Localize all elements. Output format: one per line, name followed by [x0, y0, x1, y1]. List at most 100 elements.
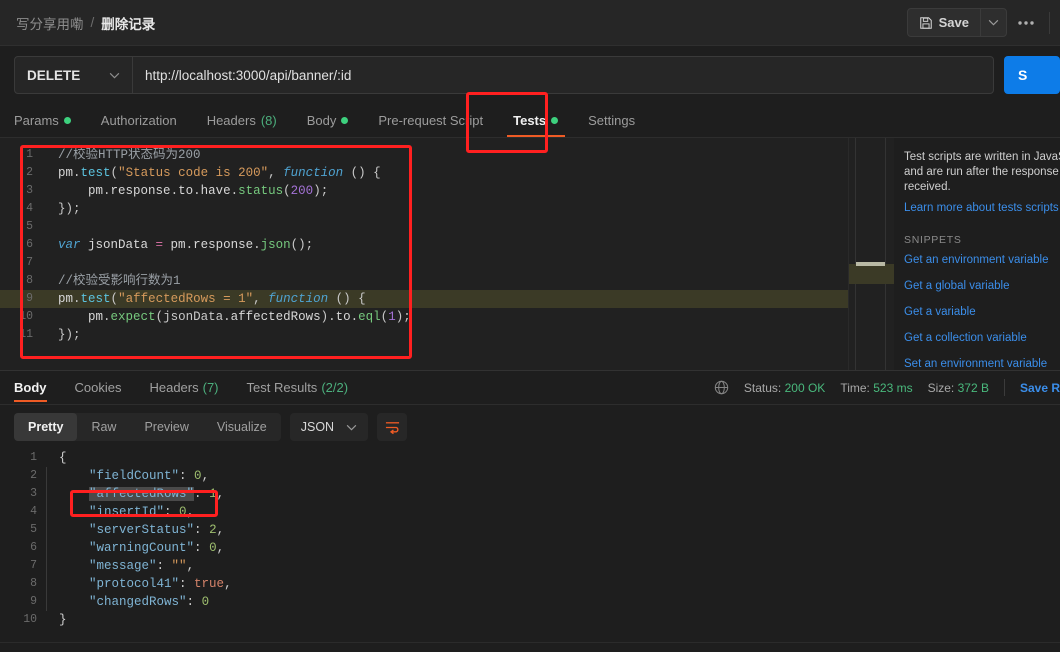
response-line: 10}: [0, 611, 1060, 629]
request-url-bar: DELETE S: [0, 46, 1060, 105]
response-line: 2 "fieldCount": 0,: [0, 467, 1060, 485]
status-value: 200 OK: [784, 380, 826, 395]
response-text: "message": "",: [89, 559, 195, 573]
snippets-panel: Test scripts are written in JavaScript, …: [894, 138, 1060, 370]
line-number: 7: [30, 559, 37, 572]
ellipsis-icon: [1018, 20, 1034, 25]
response-line: 5 "serverStatus": 2,: [0, 521, 1060, 539]
learn-more-link[interactable]: Learn more about tests scripts: [904, 202, 1060, 214]
send-button[interactable]: S: [1004, 56, 1060, 94]
code-line: 6 var jsonData = pm.response.json();: [0, 236, 848, 254]
response-tab-cookies[interactable]: Cookies: [75, 370, 122, 405]
request-tabs: Params Authorization Headers (8) Body Pr…: [0, 105, 1060, 138]
code-text: });: [58, 328, 81, 342]
response-line: 6 "warningCount": 0,: [0, 539, 1060, 557]
code-text: //校验受影响行数为1: [58, 274, 181, 288]
send-button-label: S: [1018, 67, 1028, 83]
minimap-highlight-band: [849, 264, 894, 284]
line-number: 9: [30, 595, 37, 608]
view-preview[interactable]: Preview: [130, 413, 202, 441]
response-line: 1{: [0, 449, 1060, 467]
tab-count: (7): [202, 380, 219, 395]
code-line: 10 pm.expect(jsonData.affectedRows).to.e…: [0, 308, 848, 326]
response-language-selector[interactable]: JSON: [289, 413, 369, 441]
status-divider: [1003, 379, 1005, 396]
indent-guide: [46, 467, 59, 485]
response-json-lines[interactable]: 1{2 "fieldCount": 0, 3 "affectedRows": 1,…: [0, 449, 1060, 629]
word-wrap-toggle[interactable]: [377, 413, 408, 441]
response-line: 4 "insertId": 0,: [0, 503, 1060, 521]
minimap-track: [855, 138, 886, 370]
editor-scroll-minimap[interactable]: [848, 138, 894, 370]
indent-guide: [46, 503, 59, 521]
view-raw[interactable]: Raw: [77, 413, 130, 441]
indent-guide: [46, 449, 59, 467]
response-tab-body[interactable]: Body: [14, 370, 47, 405]
tab-tests[interactable]: Tests: [507, 104, 571, 137]
tab-body[interactable]: Body: [307, 104, 362, 137]
tab-count: (2/2): [321, 380, 349, 395]
response-tab-headers[interactable]: Headers (7): [149, 370, 218, 405]
http-method-selector[interactable]: DELETE: [15, 57, 132, 93]
app-header: 写分享用嘞 / 删除记录 Save: [0, 0, 1060, 46]
code-line: 3 pm.response.to.have.status(200);: [0, 182, 848, 200]
response-text: "insertId": 0,: [89, 505, 195, 519]
line-number: 8: [30, 577, 37, 590]
code-text: pm.expect(jsonData.affectedRows).to.eql(…: [88, 310, 411, 324]
response-tab-test-results[interactable]: Test Results (2/2): [247, 370, 349, 405]
breadcrumb-parent[interactable]: 写分享用嘞: [16, 13, 84, 33]
code-line: 4});: [0, 200, 848, 218]
snippet-get-global-variable[interactable]: Get a global variable: [904, 280, 1060, 292]
line-number: 1: [26, 148, 33, 161]
url-input[interactable]: [133, 67, 993, 83]
response-bar: Body Cookies Headers (7) Test Results (2…: [0, 370, 1060, 405]
line-number: 8: [26, 274, 33, 287]
line-number: 2: [26, 166, 33, 179]
save-response-link[interactable]: Save R: [1020, 381, 1060, 395]
line-number: 10: [23, 613, 37, 626]
response-status-group: Status: 200 OK Time: 523 ms Size: 372 B …: [714, 379, 1060, 396]
status-dot-icon: [551, 117, 559, 124]
tab-label: Params: [14, 113, 59, 128]
breadcrumb: 写分享用嘞 / 删除记录: [16, 13, 155, 33]
tab-label: Cookies: [74, 380, 122, 395]
snippet-get-variable[interactable]: Get a variable: [904, 306, 1060, 318]
response-line: 9 "changedRows": 0: [0, 593, 1060, 611]
snippet-get-collection-variable[interactable]: Get a collection variable: [904, 332, 1060, 344]
time-value: 523 ms: [873, 380, 913, 395]
line-number: 4: [26, 202, 33, 215]
breadcrumb-current[interactable]: 删除记录: [101, 13, 155, 33]
line-number: 1: [30, 451, 37, 464]
minimap-marker: [856, 262, 885, 266]
code-lines[interactable]: 1 //校验HTTP状态码为200 2 pm.test("Status code is…: [0, 138, 848, 344]
more-options-button[interactable]: [1007, 8, 1045, 37]
line-number: 5: [30, 523, 37, 536]
tab-label: Settings: [588, 113, 636, 128]
indent-guide: [46, 521, 59, 539]
response-body-viewer[interactable]: 1{2 "fieldCount": 0, 3 "affectedRows": 1,…: [0, 449, 1060, 644]
view-pretty[interactable]: Pretty: [14, 413, 78, 441]
snippet-set-environment-variable[interactable]: Set an environment variable: [904, 358, 1060, 370]
view-visualize[interactable]: Visualize: [203, 413, 281, 441]
http-method-label: DELETE: [27, 67, 81, 83]
tab-params[interactable]: Params: [14, 104, 84, 137]
tests-code-editor[interactable]: 1 //校验HTTP状态码为200 2 pm.test("Status code is…: [0, 138, 848, 370]
tab-settings[interactable]: Settings: [588, 104, 648, 137]
indent-guide: [46, 593, 59, 611]
response-view-selector: Pretty Raw Preview Visualize: [14, 413, 281, 441]
tab-label: Authorization: [100, 113, 177, 128]
chevron-down-icon: [988, 19, 999, 26]
tab-headers[interactable]: Headers (8): [207, 104, 290, 137]
header-divider: [1049, 11, 1050, 34]
line-number: 4: [30, 505, 37, 518]
snippet-get-environment-variable[interactable]: Get an environment variable: [904, 254, 1060, 266]
tab-authorization[interactable]: Authorization: [101, 104, 190, 137]
line-number: 6: [30, 541, 37, 554]
tab-label: Headers: [206, 113, 256, 128]
indent-guide: [46, 485, 59, 503]
tab-pre-request-script[interactable]: Pre-request Script: [378, 104, 496, 137]
save-button[interactable]: Save: [908, 9, 980, 36]
line-number: 11: [19, 328, 33, 341]
save-dropdown-button[interactable]: [980, 9, 1006, 36]
